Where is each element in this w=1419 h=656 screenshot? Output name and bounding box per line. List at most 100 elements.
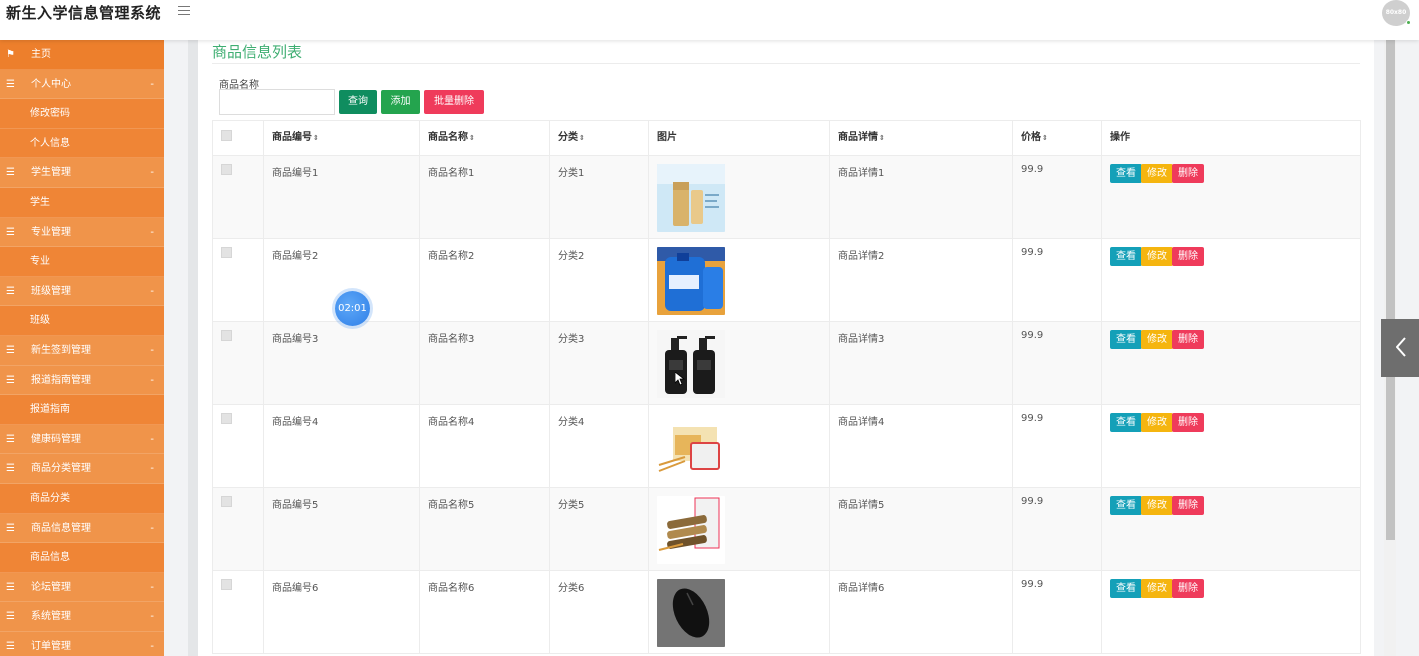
collapse-indicator-icon: -: [150, 522, 154, 534]
cell-code: 商品编号5: [263, 487, 420, 571]
sidebar-item-8[interactable]: ☰ 班级管理 -: [0, 276, 164, 307]
pump-bottles-image[interactable]: [657, 330, 725, 398]
collapse-indicator-icon: -: [150, 433, 154, 445]
delete-button[interactable]: 删除: [1172, 164, 1204, 183]
column-header-4[interactable]: 商品详情⇕: [829, 120, 1013, 156]
sunscreen-product-image[interactable]: [657, 164, 725, 232]
cell-detail: 商品详情5: [829, 487, 1013, 571]
sidebar-item-7[interactable]: 专业: [0, 247, 164, 277]
sidebar-item-0[interactable]: ⚑ 主页: [0, 40, 164, 70]
sidebar-item-19[interactable]: ☰ 系统管理 -: [0, 602, 164, 632]
computer-mouse-image[interactable]: [657, 579, 725, 647]
column-header-5[interactable]: 价格⇕: [1012, 120, 1102, 156]
row-checkbox[interactable]: [221, 579, 232, 590]
sort-icon[interactable]: ⇕: [313, 134, 319, 142]
menu-icon: ☰: [6, 522, 15, 534]
product-name-search-input[interactable]: [219, 89, 335, 115]
sidebar-item-10[interactable]: ☰ 新生签到管理 -: [0, 335, 164, 366]
sidebar-item-label: 修改密码: [30, 108, 70, 120]
column-header-1[interactable]: 商品名称⇕: [419, 120, 550, 156]
sidebar-item-14[interactable]: ☰ 商品分类管理 -: [0, 454, 164, 484]
delete-button[interactable]: 删除: [1172, 247, 1204, 266]
sort-icon[interactable]: ⇕: [1042, 134, 1048, 142]
product-list-panel: 商品信息列表 商品名称 查询 添加 批量删除 商品编号⇕ 商品名称⇕ 分类⇕ 图片 商品…: [198, 40, 1374, 656]
sidebar-item-18[interactable]: ☰ 论坛管理 -: [0, 572, 164, 603]
sidebar-item-label: 健康码管理: [31, 433, 81, 445]
sidebar-menu: ⚑ 主页 ☰ 个人中心 - 修改密码 个人信息 ☰ 学生管理 - 学生 ☰ 专业管理 - 专业 ☰ 班级管理 - 班…: [0, 40, 164, 656]
column-header-0[interactable]: 商品编号⇕: [263, 120, 420, 156]
delete-button[interactable]: 删除: [1172, 496, 1204, 515]
sort-icon[interactable]: ⇕: [469, 134, 475, 142]
biscuit-sticks-image[interactable]: [657, 496, 725, 564]
delete-button[interactable]: 删除: [1172, 413, 1204, 432]
cell-price: 99.9: [1012, 404, 1102, 488]
title-divider: [212, 63, 1360, 64]
column-header-2[interactable]: 分类⇕: [549, 120, 649, 156]
row-checkbox[interactable]: [221, 247, 232, 258]
select-all-checkbox[interactable]: [221, 130, 232, 141]
sidebar-item-11[interactable]: ☰ 报道指南管理 -: [0, 365, 164, 396]
detergent-bottle-image[interactable]: [657, 247, 725, 315]
edit-button[interactable]: 修改: [1141, 247, 1173, 266]
edit-button[interactable]: 修改: [1141, 496, 1173, 515]
sidebar-item-label: 订单管理: [31, 640, 71, 652]
sidebar-item-17[interactable]: 商品信息: [0, 543, 164, 573]
view-button[interactable]: 查看: [1110, 247, 1142, 266]
sidebar-item-6[interactable]: ☰ 专业管理 -: [0, 217, 164, 248]
app-title: 新生入学信息管理系统: [6, 4, 162, 22]
edit-button[interactable]: 修改: [1141, 579, 1173, 598]
edit-button[interactable]: 修改: [1141, 330, 1173, 349]
column-header-3: 图片: [648, 120, 830, 156]
sidebar-item-3[interactable]: 个人信息: [0, 128, 164, 159]
sidebar-item-label: 新生签到管理: [31, 344, 91, 356]
delete-button[interactable]: 删除: [1172, 330, 1204, 349]
view-button[interactable]: 查看: [1110, 164, 1142, 183]
delete-button[interactable]: 删除: [1172, 579, 1204, 598]
cell-code: 商品编号4: [263, 404, 420, 488]
edit-button[interactable]: 修改: [1141, 164, 1173, 183]
menu-icon: ☰: [6, 611, 15, 623]
view-button[interactable]: 查看: [1110, 496, 1142, 515]
menu-icon: ☰: [6, 344, 15, 356]
row-checkbox[interactable]: [221, 413, 232, 424]
sidebar-item-16[interactable]: ☰ 商品信息管理 -: [0, 513, 164, 544]
flag-icon: ⚑: [6, 49, 15, 60]
sidebar-item-4[interactable]: ☰ 学生管理 -: [0, 158, 164, 188]
row-checkbox[interactable]: [221, 330, 232, 341]
collapse-indicator-icon: -: [150, 344, 154, 356]
user-avatar[interactable]: 80x80: [1382, 0, 1411, 26]
sidebar-item-label: 个人信息: [30, 137, 70, 149]
view-button[interactable]: 查看: [1110, 413, 1142, 432]
view-button[interactable]: 查看: [1110, 579, 1142, 598]
menu-icon: ☰: [6, 640, 15, 652]
select-all-cell: [212, 120, 264, 156]
add-button[interactable]: 添加: [381, 90, 420, 114]
query-button[interactable]: 查询: [339, 90, 377, 114]
page-scrollbar-thumb[interactable]: [1386, 40, 1395, 540]
avatar-placeholder-text: 80x80: [1385, 9, 1407, 16]
sidebar-item-13[interactable]: ☰ 健康码管理 -: [0, 424, 164, 455]
sidebar-item-label: 学生管理: [31, 167, 71, 179]
cell-name: 商品名称1: [419, 155, 550, 239]
sidebar-item-15[interactable]: 商品分类: [0, 483, 164, 514]
column-header-label: 商品名称: [428, 132, 468, 143]
sort-icon[interactable]: ⇕: [579, 134, 585, 142]
sidebar-item-9[interactable]: 班级: [0, 306, 164, 336]
row-checkbox[interactable]: [221, 496, 232, 507]
bulk-delete-button[interactable]: 批量删除: [424, 90, 484, 114]
sidebar-item-12[interactable]: 报道指南: [0, 395, 164, 425]
sort-icon[interactable]: ⇕: [879, 134, 885, 142]
row-checkbox[interactable]: [221, 164, 232, 175]
cell-name: 商品名称5: [419, 487, 550, 571]
hamburger-menu-icon[interactable]: [178, 6, 190, 15]
view-button[interactable]: 查看: [1110, 330, 1142, 349]
sidebar-item-1[interactable]: ☰ 个人中心 -: [0, 69, 164, 100]
cell-actions: 查看 修改 删除: [1101, 321, 1361, 405]
side-panel-toggle[interactable]: [1381, 319, 1419, 377]
sidebar-item-20[interactable]: ☰ 订单管理 -: [0, 631, 164, 656]
edit-button[interactable]: 修改: [1141, 413, 1173, 432]
cake-snack-image[interactable]: [657, 413, 725, 481]
sidebar-item-5[interactable]: 学生: [0, 187, 164, 218]
sidebar-item-2[interactable]: 修改密码: [0, 99, 164, 129]
cell-name: 商品名称4: [419, 404, 550, 488]
